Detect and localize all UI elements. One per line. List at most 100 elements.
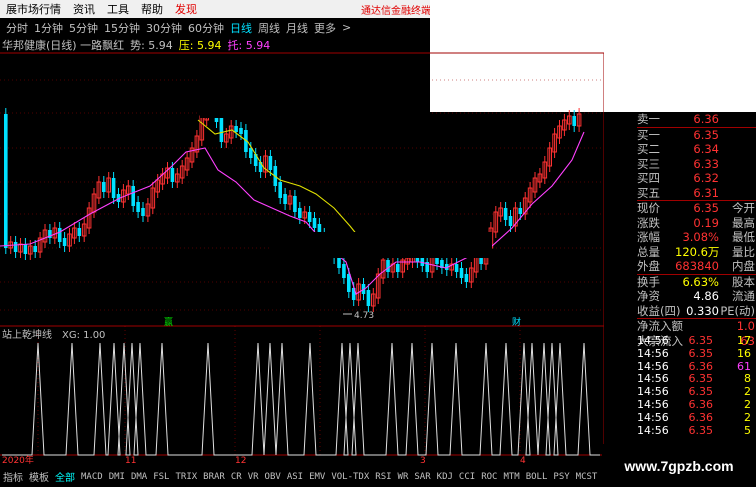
signal-badge: 赢 <box>164 316 173 328</box>
indicator-tab-mcst[interactable]: MCST <box>573 472 601 482</box>
candle-body <box>13 242 18 252</box>
candle-body <box>508 216 513 226</box>
candle-body <box>239 128 243 134</box>
order-label: 买四 <box>637 171 660 185</box>
order-price: 6.31 <box>693 185 719 200</box>
candle-body <box>62 238 67 246</box>
redaction-top <box>200 78 430 118</box>
indicator-tab-emv[interactable]: EMV <box>306 472 328 482</box>
indicator-tab-boll[interactable]: BOLL <box>523 472 551 482</box>
tick-time: 14:56 <box>637 423 669 437</box>
indicator-tab-wr[interactable]: WR <box>395 472 412 482</box>
quote-value: 0.330 <box>686 303 719 318</box>
candle-body <box>131 186 135 206</box>
watermark: www.7gpzb.com <box>602 444 756 487</box>
quote-row: 外盘 683840 内盘 <box>637 259 756 274</box>
date-label: 2020年 <box>2 454 34 466</box>
tick-volume: 2 <box>744 397 751 411</box>
tick-volume: 17 <box>737 334 751 347</box>
candle-body <box>293 196 297 212</box>
candle-body <box>283 194 287 204</box>
flow-row: 净流入额 1.0 <box>637 318 756 334</box>
quote-row: 收益(四) 0.330 PE(动) <box>637 304 756 319</box>
low-price-label: 4.73 <box>354 311 374 321</box>
order-row: 买四 6.32 <box>637 171 756 186</box>
quote-label: 现价 <box>637 201 660 215</box>
month-label: 11 <box>125 456 136 466</box>
quote-row: 涨跌 0.19 最高 <box>637 216 756 231</box>
candle-body <box>503 208 508 220</box>
bottom-tab-1[interactable]: 模板 <box>26 469 52 484</box>
tick-time: 14:56 <box>637 346 669 360</box>
indicator-tab-psy[interactable]: PSY <box>550 472 572 482</box>
quote-label-right: 流通 <box>732 289 755 303</box>
candle-body <box>396 264 400 272</box>
candle-body <box>4 114 8 248</box>
candle-body <box>268 156 273 170</box>
indicator-tab-全部[interactable]: 全部 <box>52 469 78 484</box>
indicator-tab-sar[interactable]: SAR <box>411 472 433 482</box>
order-label: 买五 <box>637 185 660 200</box>
candle-body <box>342 264 346 278</box>
candle-body <box>454 264 459 272</box>
candle-body <box>312 218 317 228</box>
indicator-tab-trix[interactable]: TRIX <box>172 472 200 482</box>
indicator-tab-mtm[interactable]: MTM <box>500 472 522 482</box>
quote-label: 涨幅 <box>637 230 660 244</box>
indicator-tab-macd[interactable]: MACD <box>78 472 106 482</box>
month-label: 12 <box>235 456 246 466</box>
candle-body <box>234 126 238 132</box>
bottom-tab-0[interactable]: 指标 <box>0 469 26 484</box>
order-price: 6.34 <box>693 142 719 156</box>
order-row: 买二 6.34 <box>637 142 756 157</box>
order-row: 买一 6.35 <box>637 126 756 143</box>
quote-label: 总量 <box>637 244 660 259</box>
order-label: 买一 <box>637 127 660 142</box>
order-price: 6.36 <box>693 112 719 126</box>
tick-row: 14:56 6.35 5 <box>637 423 756 438</box>
quote-label-right: 最低 <box>732 230 755 244</box>
tick-row: 14:56 6.36 2 <box>637 397 756 412</box>
indicator-tab-dmi[interactable]: DMI <box>106 472 128 482</box>
tick-volume: 16 <box>737 346 751 360</box>
quote-label: 净资 <box>637 289 660 303</box>
candle-body <box>77 228 82 236</box>
quote-row: 总量 120.6万 量比 <box>637 245 756 260</box>
order-price: 6.33 <box>693 156 719 171</box>
candle-body <box>386 260 390 272</box>
tick-price: 6.36 <box>688 410 714 424</box>
quote-value: 3.08% <box>682 230 719 244</box>
indicator-tab-fsl[interactable]: FSL <box>150 472 172 482</box>
tick-time: 14:56 <box>637 334 669 347</box>
indicator-tab-roc[interactable]: ROC <box>478 472 500 482</box>
order-row: 买五 6.31 <box>637 186 756 201</box>
tick-row: 14:56 6.35 16 <box>637 346 756 361</box>
candle-body <box>23 244 28 254</box>
quote-value: 120.6万 <box>675 244 720 259</box>
indicator-tab-vol-tdx[interactable]: VOL-TDX <box>328 472 372 482</box>
tick-list: 14:56 6.35 17 14:56 6.35 16 14:56 6.36 61 14:56 6.… <box>637 334 756 438</box>
candle-body <box>170 168 175 182</box>
candle-body <box>141 208 145 216</box>
quote-label: 收益(四) <box>637 303 681 318</box>
indicator-tab-asi[interactable]: ASI <box>284 472 306 482</box>
indicator-tab-kdj[interactable]: KDJ <box>434 472 456 482</box>
tick-row: 14:56 6.36 2 <box>637 410 756 425</box>
indicator-value: XG: 1.00 <box>62 330 105 341</box>
tick-price: 6.35 <box>688 334 714 347</box>
indicator-tab-brar[interactable]: BRAR <box>200 472 228 482</box>
indicator-tab-rsi[interactable]: RSI <box>372 472 394 482</box>
redaction-mid <box>270 232 492 258</box>
indicator-tab-vr[interactable]: VR <box>245 472 262 482</box>
indicator-tab-dma[interactable]: DMA <box>128 472 150 482</box>
candle-body <box>57 228 62 242</box>
month-label: 3 <box>420 456 426 466</box>
indicator-tab-obv[interactable]: OBV <box>262 472 284 482</box>
order-price: 6.32 <box>693 171 719 185</box>
indicator-title: 站上乾坤线 <box>2 328 52 341</box>
quote-value: 0.19 <box>693 215 719 230</box>
indicator-tab-cr[interactable]: CR <box>228 472 245 482</box>
indicator-tab-cci[interactable]: CCI <box>456 472 478 482</box>
candle-body <box>366 290 371 306</box>
order-label: 买二 <box>637 142 660 156</box>
